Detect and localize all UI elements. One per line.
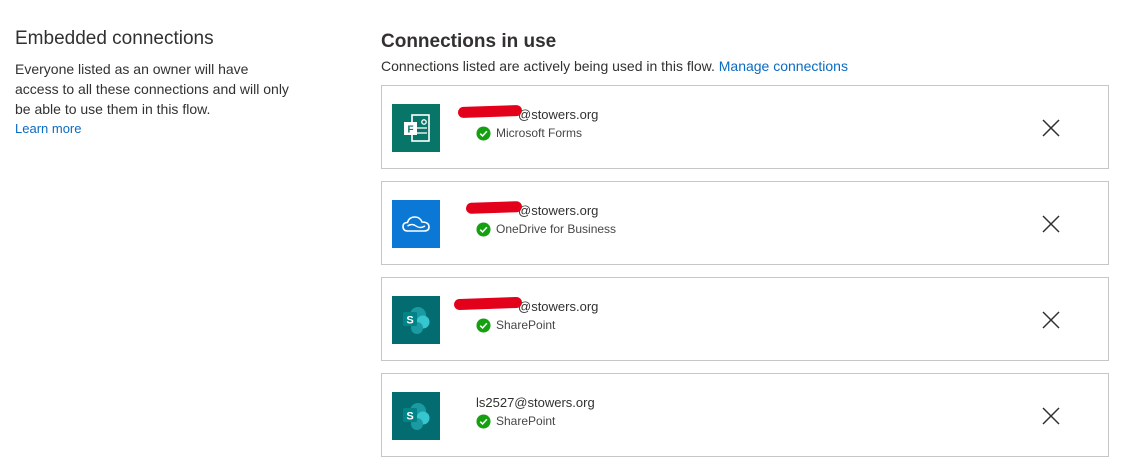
connection-status: Microsoft Forms	[476, 125, 582, 141]
connection-card: S ls2527@stowers.org SharePoint	[381, 373, 1109, 457]
remove-connection-button[interactable]	[1037, 306, 1065, 334]
connections-in-use-title: Connections in use	[381, 31, 557, 52]
close-icon	[1042, 407, 1060, 425]
svg-text:F: F	[407, 125, 413, 136]
check-circle-icon	[476, 221, 491, 237]
microsoft-forms-icon: F	[392, 104, 440, 152]
connection-service: SharePoint	[496, 318, 556, 332]
check-circle-icon	[476, 413, 491, 429]
learn-more-link[interactable]: Learn more	[15, 119, 290, 139]
connection-status: SharePoint	[476, 317, 555, 333]
close-icon	[1042, 311, 1060, 329]
connection-status: OneDrive for Business	[476, 221, 616, 237]
sharepoint-icon: S	[392, 392, 440, 440]
check-circle-icon	[476, 317, 491, 333]
redaction-mark	[465, 201, 523, 214]
embedded-connections-panel: Embedded connections Everyone listed as …	[15, 27, 290, 139]
svg-text:S: S	[406, 411, 413, 423]
close-icon	[1042, 119, 1060, 137]
remove-connection-button[interactable]	[1037, 210, 1065, 238]
connection-status: SharePoint	[476, 413, 555, 429]
subtitle-text: Connections listed are actively being us…	[381, 58, 715, 74]
connection-service: OneDrive for Business	[496, 222, 617, 236]
connections-in-use-subtitle: Connections listed are actively being us…	[381, 56, 1111, 76]
redaction-mark	[453, 296, 523, 311]
remove-connection-button[interactable]	[1037, 114, 1065, 142]
onedrive-icon	[392, 200, 440, 248]
close-icon	[1042, 215, 1060, 233]
connections-in-use-panel: Connections in use Connections listed ar…	[381, 30, 1111, 457]
check-circle-icon	[476, 125, 491, 141]
manage-connections-link[interactable]: Manage connections	[719, 58, 848, 74]
connection-card: S @stowers.org SharePoint	[381, 277, 1109, 361]
redaction-mark	[457, 104, 523, 119]
connection-account: @stowers.org	[453, 296, 598, 315]
connection-account: @stowers.org	[457, 104, 598, 123]
connection-service: Microsoft Forms	[496, 126, 583, 140]
connection-card: @stowers.org OneDrive for Business	[381, 181, 1109, 265]
connection-account: ls2527@stowers.org	[476, 395, 595, 410]
svg-text:S: S	[406, 315, 413, 327]
sharepoint-icon: S	[392, 296, 440, 344]
connection-account: @stowers.org	[465, 201, 598, 219]
remove-connection-button[interactable]	[1037, 402, 1065, 430]
connection-service: SharePoint	[496, 414, 556, 428]
connection-card: F @stowers.org Microsoft Forms	[381, 85, 1109, 169]
embedded-connections-title: Embedded connections	[15, 28, 214, 49]
embedded-connections-description: Everyone listed as an owner will have ac…	[15, 61, 289, 117]
